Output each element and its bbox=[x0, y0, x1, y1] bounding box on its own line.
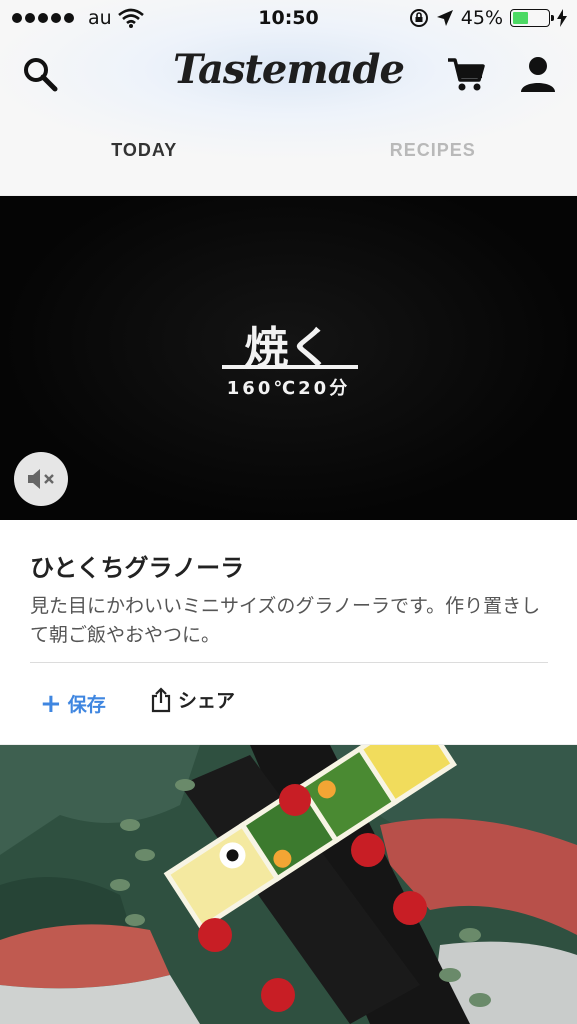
location-icon bbox=[436, 10, 453, 26]
orientation-lock-icon bbox=[409, 9, 428, 27]
battery-icon bbox=[510, 9, 554, 27]
divider bbox=[30, 662, 548, 663]
video-caption-underline bbox=[222, 365, 358, 369]
share-icon bbox=[151, 686, 171, 712]
recipe-title[interactable]: ひとくちグラノーラ bbox=[30, 548, 244, 583]
food-photo-illustration bbox=[0, 745, 577, 1024]
tab-bar: TODAY RECIPES bbox=[0, 130, 577, 170]
charging-icon bbox=[557, 9, 567, 27]
battery-percent: 45% bbox=[460, 7, 503, 29]
profile-icon[interactable] bbox=[518, 54, 558, 94]
status-bar: au 10:50 45% bbox=[0, 0, 577, 38]
share-label: シェア bbox=[178, 690, 236, 712]
cart-icon[interactable] bbox=[446, 54, 486, 94]
tab-recipes[interactable]: RECIPES bbox=[289, 130, 577, 170]
mute-button[interactable] bbox=[14, 452, 68, 506]
recipe-video[interactable]: 焼く 160℃20分 bbox=[0, 196, 577, 520]
battery-level bbox=[513, 12, 529, 24]
recipe-description: 見た目にかわいいミニサイズのグラノーラです。作り置きして朝ご飯やおやつに。 bbox=[30, 595, 541, 646]
save-button[interactable]: + 保存 bbox=[40, 690, 106, 717]
share-button[interactable]: シェア bbox=[150, 686, 235, 713]
save-label: 保存 bbox=[67, 694, 106, 716]
video-caption-subtitle: 160℃20分 bbox=[226, 378, 351, 399]
plus-icon: + bbox=[40, 688, 62, 719]
speaker-muted-icon bbox=[28, 469, 54, 489]
recipe-photo[interactable] bbox=[0, 745, 577, 1024]
app-logo: Tastemade bbox=[173, 46, 405, 93]
recipe-card[interactable]: 焼く 160℃20分 ひとくちグラノーラ 見た目にかわいいミニサイズのグラノーラ… bbox=[0, 196, 577, 744]
tab-today[interactable]: TODAY bbox=[0, 130, 289, 170]
